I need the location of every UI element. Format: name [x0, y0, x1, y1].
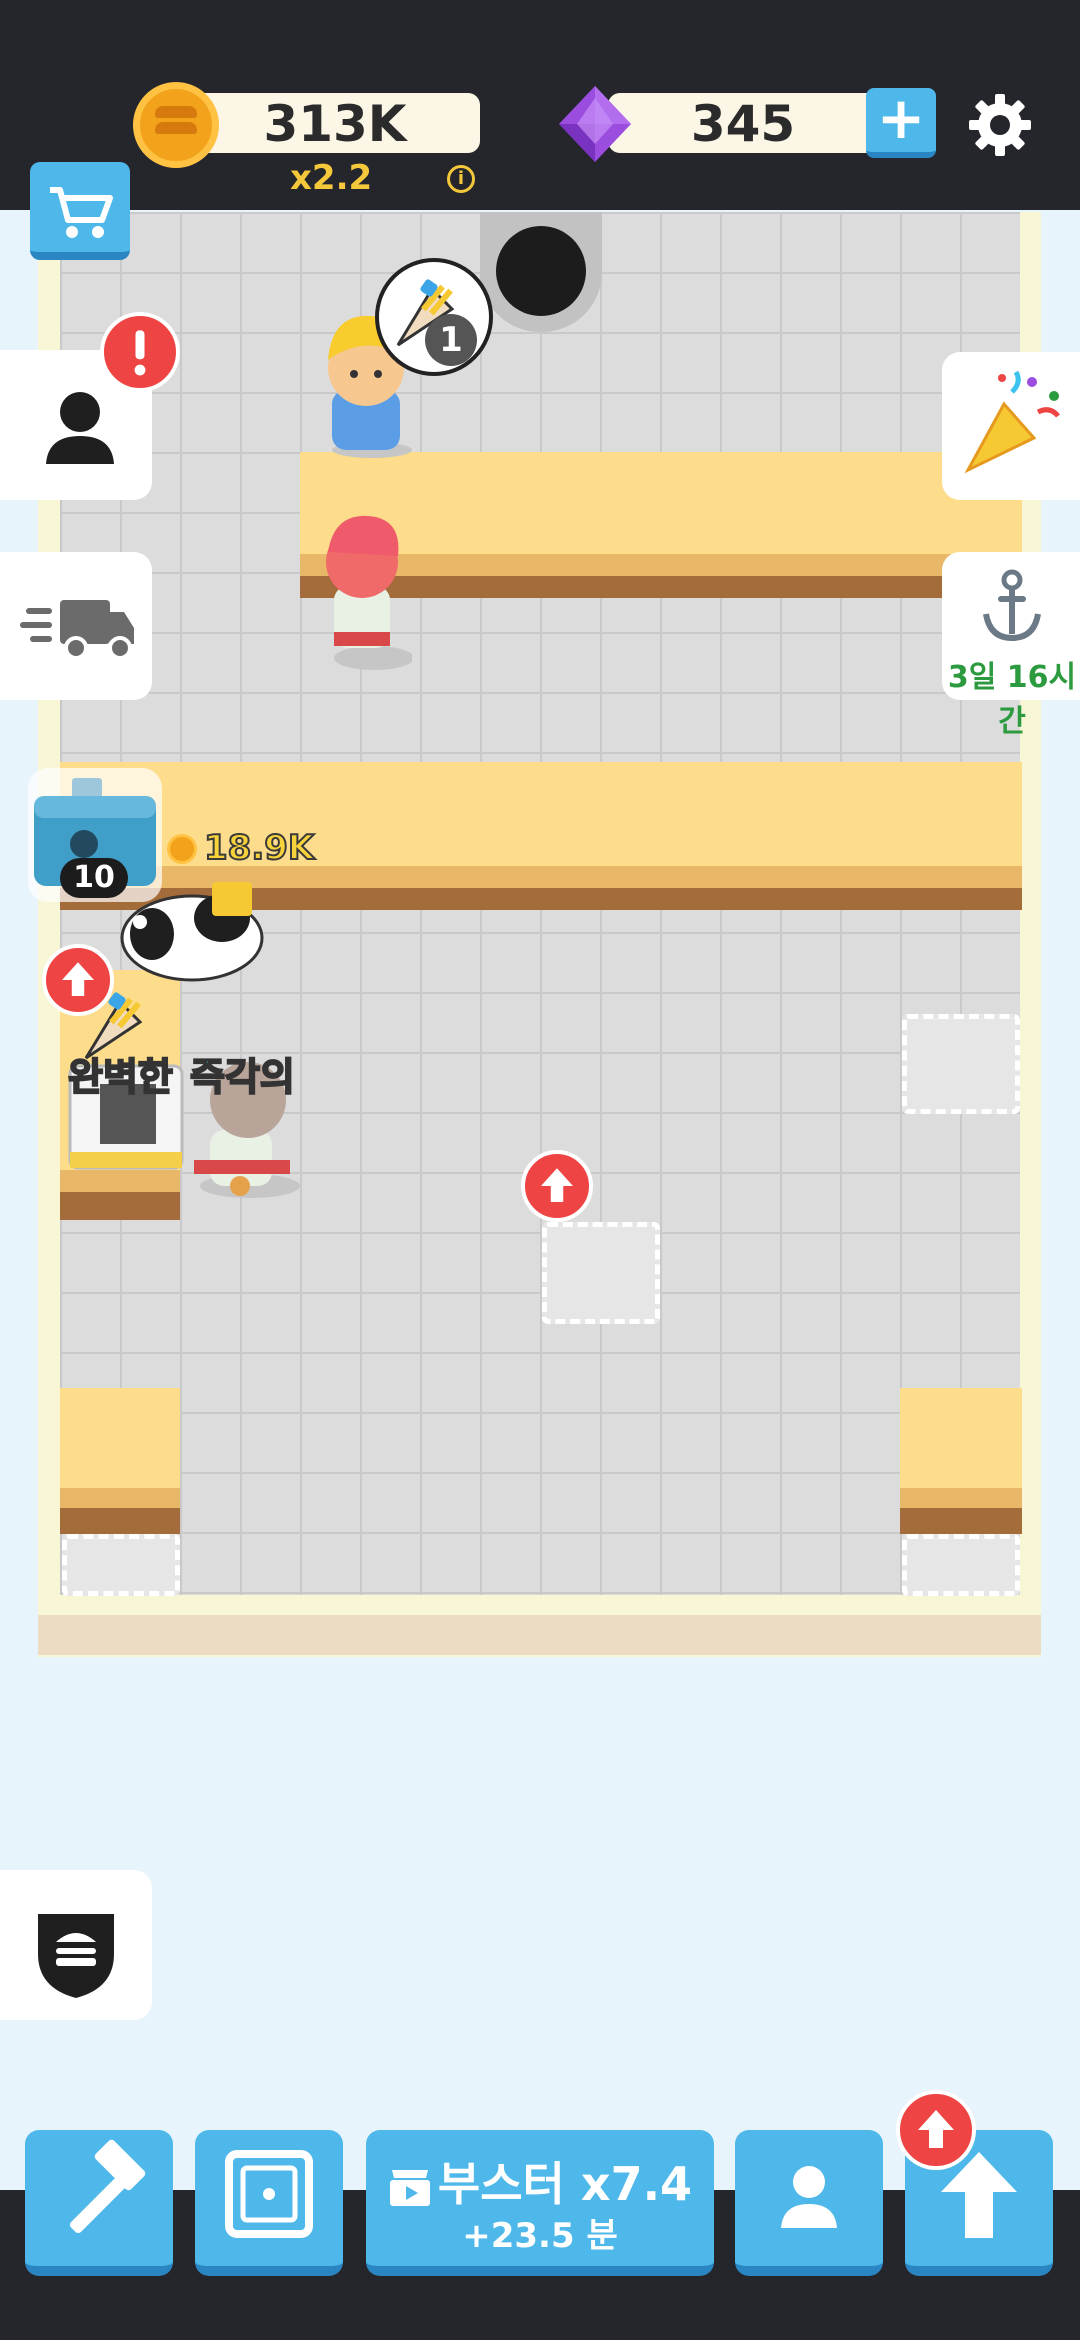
up-arrow-icon[interactable] — [521, 1150, 593, 1222]
bottom-left-counter-edge — [60, 1488, 180, 1508]
safe-button[interactable] — [195, 2130, 343, 2276]
fryer-counter-side — [60, 1192, 180, 1220]
user-icon — [781, 2166, 837, 2228]
instant-label: 즉각의 — [189, 1054, 296, 1100]
up-arrow-icon — [896, 2090, 976, 2170]
gem-amount: 345 — [690, 95, 796, 153]
booster-label: 부스터 x7.4 — [366, 2148, 714, 2214]
bottom-left-counter-side — [60, 1508, 180, 1534]
coin-icon — [133, 82, 219, 168]
gear-icon[interactable] — [965, 90, 1035, 160]
safe-icon — [225, 2150, 313, 2238]
bottom-right-counter — [900, 1388, 1022, 1488]
booster-time: +23.5 분 — [462, 2216, 618, 2256]
fryer-counter-edge — [60, 1170, 180, 1192]
alert-icon — [100, 312, 180, 392]
delivery-button[interactable] — [0, 552, 152, 700]
event-timer: 3일 16시간 — [947, 660, 1077, 739]
floor-shadow — [38, 1615, 1041, 1655]
coin-amount: 313K — [263, 95, 407, 153]
gem-icon — [559, 86, 631, 162]
coin-multiplier: x2.2 — [290, 158, 373, 198]
earnings-label: 18.9K — [203, 827, 315, 869]
customer-entrance-hole — [480, 212, 602, 332]
empty-build-slot[interactable] — [902, 1014, 1020, 1114]
party-event-button[interactable] — [942, 352, 1080, 500]
empty-build-slot[interactable] — [542, 1222, 660, 1324]
shop-button[interactable] — [30, 162, 130, 260]
bottom-right-counter-side — [900, 1508, 1022, 1534]
anchor-icon — [983, 569, 1041, 642]
perfect-label: 완벽한 — [67, 1054, 174, 1100]
up-arrow-icon[interactable] — [42, 944, 114, 1016]
hammer-icon — [69, 2139, 146, 2234]
coin-counter: 313K — [190, 93, 480, 153]
order-count: 1 — [425, 314, 477, 366]
booster-button[interactable]: 부스터 x7.4 +23.5 분 — [366, 2130, 714, 2276]
build-button[interactable] — [25, 2130, 173, 2276]
profile-button[interactable] — [735, 2130, 883, 2276]
chest-count: 10 — [60, 858, 128, 898]
empty-build-slot[interactable] — [62, 1534, 180, 1596]
gem-counter: 345 — [608, 93, 878, 153]
burger-badge-icon — [38, 1914, 114, 1998]
cart-icon — [50, 187, 113, 238]
party-popper-icon — [964, 370, 1060, 474]
bottom-left-counter — [60, 1388, 180, 1488]
burger-badge-button[interactable] — [0, 1870, 152, 2020]
buy-gems-button[interactable]: + — [866, 88, 936, 158]
empty-build-slot[interactable] — [902, 1534, 1020, 1596]
video-icon — [389, 2169, 430, 2206]
info-icon[interactable]: i — [447, 165, 475, 193]
truck-icon — [20, 600, 134, 660]
bottom-right-counter-edge — [900, 1488, 1022, 1508]
staff-character — [326, 515, 412, 670]
